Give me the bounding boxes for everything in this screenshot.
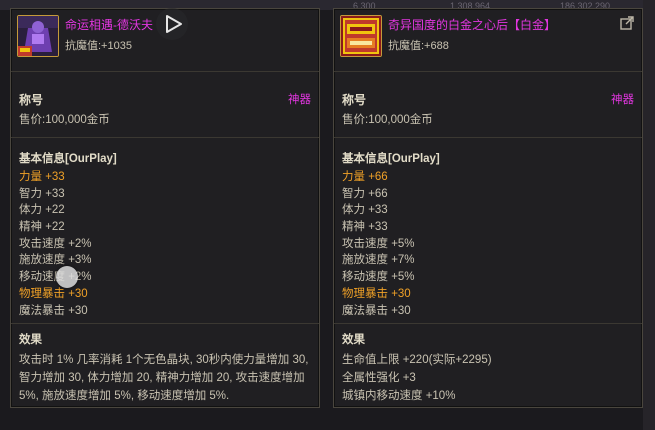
divider bbox=[334, 137, 642, 138]
rarity-label: 神器 bbox=[288, 94, 311, 106]
touch-indicator bbox=[56, 266, 78, 288]
item-type-label: 称号 bbox=[19, 93, 44, 107]
stat-line: 智力 +33 bbox=[19, 187, 65, 200]
effect-line: 城镇内移动速度 +10% bbox=[342, 390, 456, 402]
stat-line: 魔法暴击 +30 bbox=[342, 304, 411, 317]
stat-line: 体力 +22 bbox=[19, 204, 65, 217]
divider bbox=[11, 137, 319, 138]
stat-line: 力量 +33 bbox=[19, 171, 65, 183]
divider bbox=[11, 71, 319, 72]
divider bbox=[334, 323, 642, 324]
stat-line: 精神 +33 bbox=[342, 221, 388, 234]
item-tooltip-left: 命运相遇-德沃夫 抗魔值:+1035 称号 神器 售价:100,000金币 基本… bbox=[10, 8, 320, 408]
sell-price: 售价:100,000金币 bbox=[342, 114, 433, 126]
stat-line: 攻击速度 +2% bbox=[19, 237, 92, 250]
divider bbox=[11, 323, 319, 324]
stat-line: 体力 +33 bbox=[342, 204, 388, 217]
item-header: 奇异国度的白金之心后【白金】 抗魔值:+688 bbox=[334, 9, 642, 63]
stat-line: 攻击速度 +5% bbox=[342, 237, 415, 250]
stat-line: 物理暴击 +30 bbox=[19, 287, 88, 300]
stat-line: 施放速度 +7% bbox=[342, 254, 415, 267]
item-tooltip-right: 奇异国度的白金之心后【白金】 抗魔值:+688 称号 神器 售价:100,000… bbox=[333, 8, 643, 408]
effect-line: 生命值上限 +220(实际+2295) bbox=[342, 354, 492, 366]
rarity-label: 神器 bbox=[611, 94, 634, 106]
basic-info-title: 基本信息[OurPlay] bbox=[19, 153, 117, 165]
sell-price: 售价:100,000金币 bbox=[19, 114, 110, 126]
share-icon[interactable] bbox=[620, 16, 634, 30]
effect-description: 生命值上限 +220(实际+2295) 全属性强化 +3 城镇内移动速度 +10… bbox=[342, 351, 638, 405]
effect-line: 全属性强化 +3 bbox=[342, 372, 416, 384]
effect-title: 效果 bbox=[19, 334, 42, 346]
item-type-label: 称号 bbox=[342, 93, 367, 107]
background-edge bbox=[643, 0, 655, 430]
stat-line: 移动速度 +5% bbox=[342, 271, 415, 284]
effect-title: 效果 bbox=[342, 334, 365, 346]
magic-resist-value: 抗魔值:+1035 bbox=[65, 40, 132, 52]
stat-line: 智力 +66 bbox=[342, 187, 388, 200]
effect-description: 攻击时 1% 几率消耗 1个无色晶块, 30秒内使力量增加 30, 智力增加 3… bbox=[19, 354, 309, 402]
stat-line: 精神 +22 bbox=[19, 221, 65, 234]
divider bbox=[334, 71, 642, 72]
magic-resist-value: 抗魔值:+688 bbox=[388, 40, 449, 52]
item-name: 命运相遇-德沃夫 bbox=[65, 18, 153, 32]
stat-line: 力量 +66 bbox=[342, 171, 388, 183]
play-button-icon[interactable] bbox=[156, 8, 188, 40]
purple-armored-character-icon bbox=[17, 15, 59, 57]
stat-list: 力量 +66 智力 +66 体力 +33 精神 +33 攻击速度 +5% 施放速… bbox=[342, 169, 632, 319]
stat-list: 力量 +33 智力 +33 体力 +22 精神 +22 攻击速度 +2% 施放速… bbox=[19, 169, 309, 319]
item-name: 奇异国度的白金之心后【白金】 bbox=[388, 18, 557, 32]
stat-line: 魔法暴击 +30 bbox=[19, 304, 88, 317]
golden-card-icon bbox=[340, 15, 382, 57]
basic-info-title: 基本信息[OurPlay] bbox=[342, 153, 440, 165]
stat-line: 物理暴击 +30 bbox=[342, 287, 411, 300]
